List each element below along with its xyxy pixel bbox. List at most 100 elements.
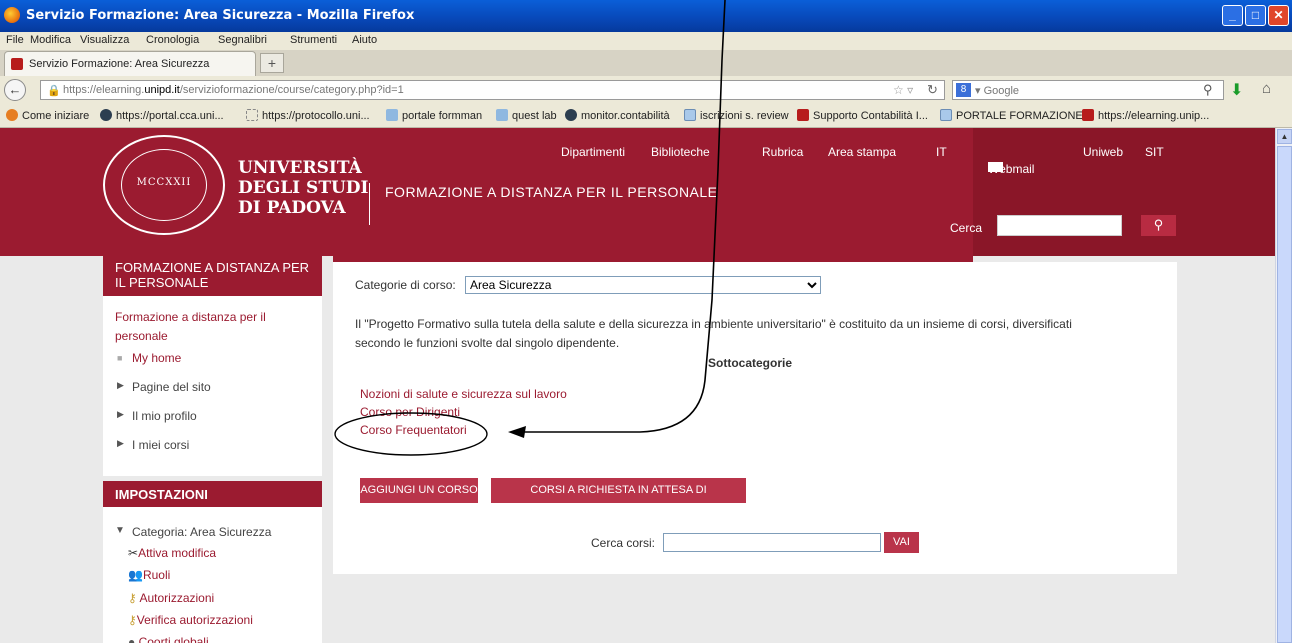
seal-year-text: MCCXXII — [136, 177, 192, 188]
category-description: Il "Progetto Formativo sulla tutela dell… — [355, 317, 1072, 350]
header-search-input[interactable] — [997, 215, 1122, 236]
shield-icon — [1082, 109, 1094, 121]
settings-category[interactable]: Categoria: Area Sicurezza — [132, 525, 271, 539]
bookmark-item[interactable]: portale formman — [386, 109, 482, 122]
close-button[interactable]: ✕ — [1268, 5, 1289, 26]
settings-item[interactable]: ✂Attiva modifica — [128, 546, 216, 560]
bookmark-star-icon[interactable]: ☆ ▿ — [893, 83, 913, 97]
bookmark-item[interactable]: quest lab — [496, 109, 557, 122]
bookmark-item[interactable]: https://protocollo.uni... — [246, 109, 370, 122]
menu-cronologia[interactable]: Cronologia — [146, 34, 199, 46]
new-tab-button[interactable]: + — [260, 53, 284, 73]
uni-line-3: DI PADOVA — [238, 198, 346, 218]
reload-icon[interactable]: ↻ — [927, 82, 938, 98]
site-title[interactable]: FORMAZIONE A DISTANZA PER IL PERSONALE — [385, 184, 718, 200]
nav-block-title[interactable]: FORMAZIONE A DISTANZA PER IL PERSONALE — [103, 256, 322, 296]
globe-icon — [565, 109, 577, 121]
menu-visualizza[interactable]: Visualizza — [80, 34, 129, 46]
lock-icon: 🔒 — [47, 85, 61, 97]
search-engine-bar[interactable]: 8 ▾ Google ⚲ — [952, 80, 1224, 100]
tab-label: Servizio Formazione: Area Sicurezza — [29, 58, 210, 70]
menu-modifica[interactable]: Modifica — [30, 34, 71, 46]
pending-courses-button[interactable]: CORSI A RICHIESTA IN ATTESA DI APPROVAZI… — [491, 478, 746, 521]
maximize-button[interactable]: □ — [1245, 5, 1266, 26]
menu-file[interactable]: File — [6, 34, 24, 46]
settings-item[interactable]: ● Coorti globali — [128, 635, 209, 643]
tab-strip: Servizio Formazione: Area Sicurezza + — [0, 50, 1292, 76]
nav-my-home[interactable]: My home — [132, 351, 181, 365]
url-bar[interactable]: 🔒 https://elearning.unipd.it/serviziofor… — [40, 80, 945, 100]
link-area-stampa[interactable]: Area stampa — [828, 145, 896, 159]
bookmark-item[interactable]: monitor.contabilità — [565, 109, 670, 122]
link-biblioteche[interactable]: Biblioteche — [651, 145, 710, 159]
settings-block: ▼ Categoria: Area Sicurezza ✂Attiva modi… — [103, 507, 322, 643]
search-courses-input[interactable] — [663, 533, 881, 552]
bookmark-item[interactable]: https://portal.cca.uni... — [100, 109, 224, 122]
category-select[interactable]: Area Sicurezza — [465, 276, 821, 294]
google-icon[interactable]: 8 — [956, 83, 971, 97]
users-icon: 👥 — [128, 568, 143, 582]
search-courses-label: Cerca corsi: — [591, 536, 656, 550]
link-rubrica[interactable]: Rubrica — [762, 145, 803, 159]
search-icon[interactable]: ⚲ — [1203, 82, 1213, 98]
key-icon: ⚷ — [128, 591, 140, 605]
language-switch[interactable]: IT — [936, 145, 947, 159]
blank-page-icon — [246, 109, 258, 121]
add-course-button[interactable]: AGGIUNGI UN CORSO — [360, 478, 478, 503]
settings-block-title[interactable]: IMPOSTAZIONI — [103, 481, 322, 507]
subcategory-link[interactable]: Nozioni di salute e sicurezza sul lavoro — [360, 387, 567, 401]
subcategory-link[interactable]: Corso Frequentatori — [360, 423, 467, 437]
university-name[interactable]: UNIVERSITÀ DEGLI STUDI DI PADOVA — [238, 158, 369, 218]
uni-line-1: UNIVERSITÀ — [238, 158, 362, 178]
home-icon[interactable]: ⌂ — [1262, 80, 1271, 97]
menu-aiuto[interactable]: Aiuto — [352, 34, 377, 46]
link-uniweb[interactable]: Uniweb — [1083, 145, 1123, 159]
link-dipartimenti[interactable]: Dipartimenti — [561, 145, 625, 159]
bookmark-item[interactable]: PORTALE FORMAZIONE — [940, 109, 1083, 122]
page-viewport: MCCXXII UNIVERSITÀ DEGLI STUDI DI PADOVA… — [0, 128, 1275, 643]
globe-users-icon: ● — [128, 635, 136, 643]
shield-icon — [797, 109, 809, 121]
subcategories-heading: Sottocategorie — [708, 356, 793, 370]
menu-segnalibri[interactable]: Segnalibri — [218, 34, 267, 46]
nav-mio-profilo[interactable]: Il mio profilo — [132, 409, 197, 423]
settings-item[interactable]: ⚷Verifica autorizzazioni — [128, 613, 253, 627]
university-seal-logo: MCCXXII — [103, 135, 225, 235]
settings-item[interactable]: ⚷ Autorizzazioni — [128, 591, 214, 605]
category-label: Categorie di corso: — [355, 278, 456, 292]
header-divider — [369, 183, 370, 225]
minimize-button[interactable]: _ — [1222, 5, 1243, 26]
search-engine-name: ▾ Google — [975, 85, 1020, 97]
menu-strumenti[interactable]: Strumenti — [290, 34, 337, 46]
scrollbar-thumb[interactable] — [1277, 146, 1292, 643]
main-content: Categorie di corso: Area Sicurezza Il "P… — [333, 262, 1177, 574]
settings-item[interactable]: 👥Ruoli — [128, 568, 170, 582]
nav-root-link[interactable]: Formazione a distanza per il personale — [115, 308, 266, 346]
vertical-scrollbar[interactable]: ▲ — [1275, 128, 1292, 643]
header-search-label: Cerca — [950, 221, 983, 235]
scroll-up-icon[interactable]: ▲ — [1277, 129, 1292, 144]
collapse-arrow-icon[interactable]: ▼ — [115, 525, 125, 536]
uni-line-2: DEGLI STUDI — [238, 178, 369, 198]
image-icon — [496, 109, 508, 121]
header-links-panel — [973, 128, 1275, 256]
bookmark-item[interactable]: https://elearning.unip... — [1082, 109, 1209, 122]
back-button[interactable]: ← — [4, 79, 26, 101]
expand-arrow-icon[interactable]: ▶ — [117, 409, 124, 420]
expand-arrow-icon[interactable]: ▶ — [117, 438, 124, 449]
bookmark-item[interactable]: Come iniziare — [6, 109, 89, 122]
header-band — [333, 248, 973, 262]
link-sit[interactable]: SIT — [1145, 145, 1164, 159]
globe-icon — [100, 109, 112, 121]
tab-active[interactable]: Servizio Formazione: Area Sicurezza — [4, 51, 256, 76]
nav-pagine-sito[interactable]: Pagine del sito — [132, 380, 211, 394]
bookmark-item[interactable]: Supporto Contabilità I... — [797, 109, 928, 122]
search-courses-button[interactable]: VAI — [884, 532, 919, 553]
download-icon[interactable]: ⬇ — [1230, 80, 1243, 100]
expand-arrow-icon[interactable]: ▶ — [117, 380, 124, 391]
nav-block: Formazione a distanza per il personale ■ … — [103, 296, 322, 476]
header-search-button[interactable]: ⚲ — [1141, 215, 1176, 236]
nav-miei-corsi[interactable]: I miei corsi — [132, 438, 189, 452]
bookmark-item[interactable]: iscrizioni s. review — [684, 109, 789, 122]
subcategory-link[interactable]: Corso per Dirigenti — [360, 405, 460, 419]
